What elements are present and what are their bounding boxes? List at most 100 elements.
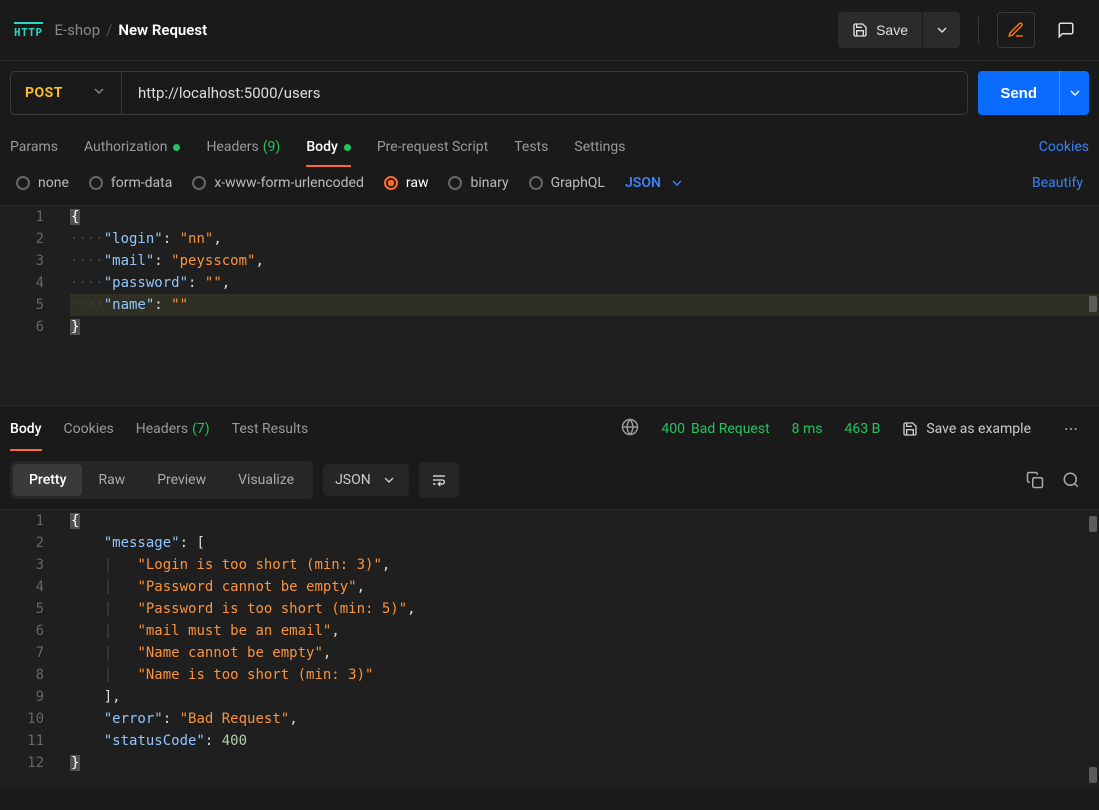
breadcrumb-parent[interactable]: E-shop bbox=[55, 21, 101, 39]
line-number: 5 bbox=[0, 598, 44, 620]
tab-body-label: Body bbox=[306, 139, 338, 155]
code-token: "Password cannot be empty" bbox=[137, 579, 356, 595]
seg-visualize[interactable]: Visualize bbox=[222, 464, 310, 496]
headers-count: (9) bbox=[263, 139, 281, 155]
response-tabs: Body Cookies Headers(7) Test Results 400… bbox=[0, 405, 1099, 451]
line-number: 6 bbox=[0, 316, 44, 338]
seg-raw[interactable]: Raw bbox=[82, 464, 141, 496]
request-body-editor[interactable]: 1 2 3 4 5 6 { ····"login": "nn", ····"ma… bbox=[0, 205, 1099, 405]
breadcrumb: E-shop / New Request bbox=[55, 21, 208, 39]
chevron-down-icon bbox=[669, 175, 685, 191]
response-format-select[interactable]: JSON bbox=[323, 464, 409, 496]
tab-authorization[interactable]: Authorization bbox=[84, 127, 180, 167]
resp-tab-headers[interactable]: Headers(7) bbox=[136, 406, 210, 451]
edit-button[interactable] bbox=[997, 12, 1035, 48]
copy-button[interactable] bbox=[1017, 471, 1053, 489]
radio-form-data[interactable]: form-data bbox=[89, 175, 172, 191]
more-options-button[interactable] bbox=[1053, 421, 1089, 437]
http-method-value: POST bbox=[25, 85, 63, 101]
send-button[interactable]: Send bbox=[978, 71, 1059, 115]
breadcrumb-separator: / bbox=[106, 21, 112, 39]
line-number: 4 bbox=[0, 576, 44, 598]
resp-headers-count: (7) bbox=[192, 421, 210, 437]
response-format-label: JSON bbox=[335, 472, 371, 488]
globe-icon[interactable] bbox=[621, 418, 639, 440]
save-as-example-button[interactable]: Save as example bbox=[902, 421, 1031, 437]
http-method-select[interactable]: POST bbox=[11, 72, 122, 114]
line-number: 1 bbox=[0, 510, 44, 532]
line-number: 10 bbox=[0, 708, 44, 730]
tab-headers[interactable]: Headers (9) bbox=[206, 127, 280, 167]
status-dot-icon bbox=[344, 144, 351, 151]
header-bar: HTTP E-shop / New Request Save bbox=[0, 0, 1099, 61]
radio-x-www-form-urlencoded[interactable]: x-www-form-urlencoded bbox=[192, 175, 364, 191]
resp-tab-cookies[interactable]: Cookies bbox=[64, 406, 114, 451]
send-options-button[interactable] bbox=[1059, 71, 1089, 115]
seg-preview[interactable]: Preview bbox=[141, 464, 222, 496]
line-number: 8 bbox=[0, 664, 44, 686]
cookies-link[interactable]: Cookies bbox=[1039, 139, 1089, 155]
editor-code: { ····"login": "nn", ····"mail": "peyssc… bbox=[0, 206, 1099, 338]
save-button[interactable]: Save bbox=[838, 12, 922, 48]
editor-gutter: 1 2 3 4 5 6 7 8 9 10 11 12 bbox=[0, 510, 58, 774]
code-token: "" bbox=[205, 275, 222, 291]
code-token: "Name cannot be empty" bbox=[137, 645, 322, 661]
radio-form-data-label: form-data bbox=[111, 175, 172, 191]
request-tabs: Params Authorization Headers (9) Body Pre… bbox=[0, 127, 1099, 167]
comment-icon bbox=[1057, 21, 1075, 39]
code-token: "mail" bbox=[104, 253, 155, 269]
wrap-icon bbox=[431, 472, 447, 488]
radio-none[interactable]: none bbox=[16, 175, 69, 191]
chevron-down-icon bbox=[1067, 85, 1083, 101]
save-options-button[interactable] bbox=[922, 12, 960, 48]
body-type-selector: none form-data x-www-form-urlencoded raw… bbox=[0, 167, 1099, 205]
tab-pre-request[interactable]: Pre-request Script bbox=[377, 127, 488, 167]
code-token: "statusCode" bbox=[104, 733, 205, 749]
code-token: "message" bbox=[104, 535, 180, 551]
radio-raw[interactable]: raw bbox=[384, 175, 429, 191]
seg-pretty[interactable]: Pretty bbox=[13, 464, 82, 496]
scrollbar-marker bbox=[1089, 767, 1097, 783]
resp-tab-headers-label: Headers bbox=[136, 421, 188, 437]
beautify-link[interactable]: Beautify bbox=[1032, 175, 1083, 191]
tab-params[interactable]: Params bbox=[10, 127, 58, 167]
response-body-editor[interactable]: 1 2 3 4 5 6 7 8 9 10 11 12 { "message": … bbox=[0, 509, 1099, 789]
line-number: 1 bbox=[0, 206, 44, 228]
tab-body[interactable]: Body bbox=[306, 127, 351, 167]
radio-circle-icon bbox=[89, 176, 103, 190]
url-input[interactable]: http://localhost:5000/users bbox=[122, 72, 967, 114]
save-label: Save bbox=[876, 22, 908, 38]
pencil-icon bbox=[1007, 21, 1025, 39]
chevron-down-icon bbox=[381, 472, 397, 488]
status-badge: 400 Bad Request bbox=[661, 421, 769, 437]
status-dot-icon bbox=[173, 144, 180, 151]
save-example-label: Save as example bbox=[926, 421, 1031, 437]
resp-tab-test-results[interactable]: Test Results bbox=[232, 406, 309, 451]
search-button[interactable] bbox=[1053, 471, 1089, 489]
code-token: "peysscom" bbox=[171, 253, 255, 269]
status-text: Bad Request bbox=[691, 421, 770, 437]
scrollbar-marker bbox=[1089, 296, 1097, 312]
resp-tab-body[interactable]: Body bbox=[10, 406, 42, 451]
tab-tests[interactable]: Tests bbox=[514, 127, 548, 167]
wrap-lines-button[interactable] bbox=[419, 462, 459, 498]
response-time: 8 ms bbox=[792, 421, 823, 437]
radio-circle-icon bbox=[448, 176, 462, 190]
radio-circle-icon bbox=[192, 176, 206, 190]
code-token: "password" bbox=[104, 275, 188, 291]
response-size: 463 B bbox=[845, 421, 881, 437]
comments-button[interactable] bbox=[1047, 12, 1085, 48]
tab-settings[interactable]: Settings bbox=[574, 127, 625, 167]
code-token: "Name is too short (min: 3)" bbox=[137, 667, 373, 683]
tab-headers-label: Headers bbox=[206, 139, 258, 155]
line-number: 12 bbox=[0, 752, 44, 774]
body-language-label: JSON bbox=[625, 175, 661, 191]
body-language-select[interactable]: JSON bbox=[625, 175, 685, 191]
method-url-group: POST http://localhost:5000/users bbox=[10, 71, 968, 115]
radio-binary[interactable]: binary bbox=[448, 175, 508, 191]
radio-circle-icon bbox=[384, 176, 398, 190]
code-token: "login" bbox=[104, 231, 163, 247]
editor-gutter: 1 2 3 4 5 6 bbox=[0, 206, 58, 338]
code-token: "Bad Request" bbox=[180, 711, 290, 727]
radio-graphql[interactable]: GraphQL bbox=[529, 175, 605, 191]
